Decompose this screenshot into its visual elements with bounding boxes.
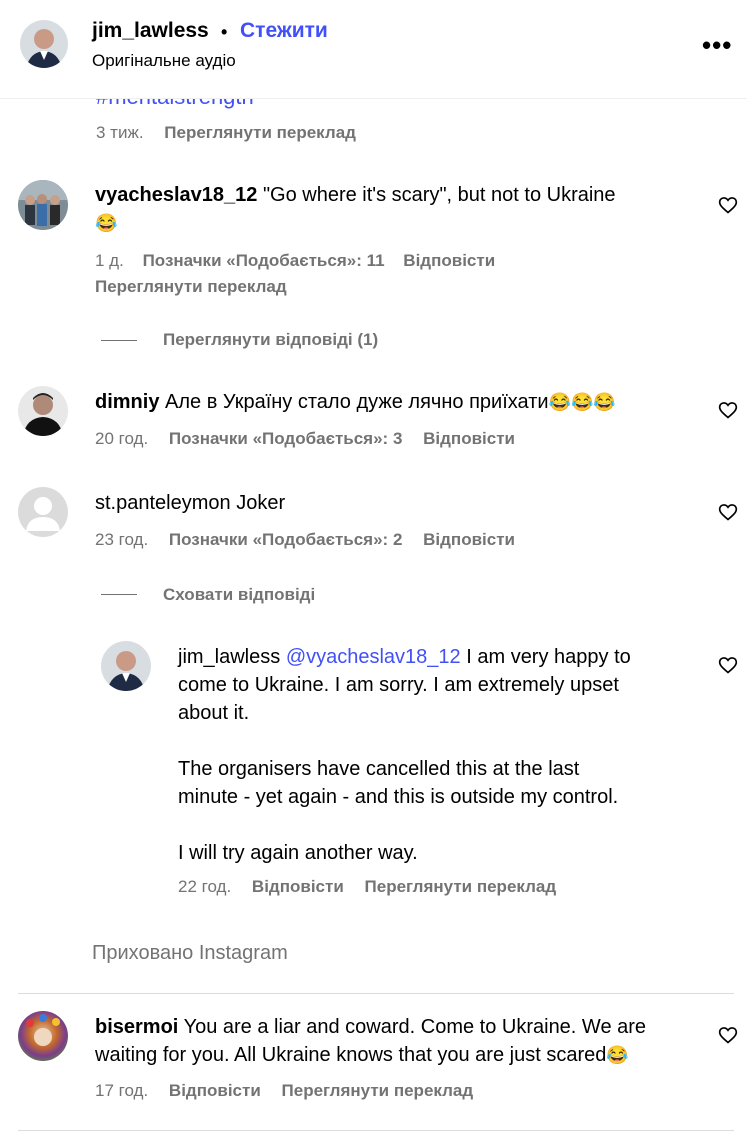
comment-body: "Go where it's scary", but not to Ukrain… — [262, 184, 616, 206]
heart-icon[interactable] — [718, 502, 738, 522]
caption-translate-link[interactable]: Переглянути переклад — [164, 123, 356, 142]
comment-meta: 17 год. Відповісти Переглянути переклад — [95, 1081, 473, 1101]
author-avatar[interactable] — [20, 20, 68, 68]
reply-mention[interactable]: @vyacheslav18_12 — [286, 646, 461, 668]
comment-time: 23 год. — [95, 530, 149, 549]
translate-link[interactable]: Переглянути переклад — [95, 277, 287, 296]
comment-body: Але в Україну стало дуже лячно приїхати — [165, 391, 549, 413]
section-divider — [18, 993, 734, 994]
audio-label[interactable]: Оригінальне аудіо — [92, 51, 236, 71]
caption-time: 3 тиж. — [96, 123, 144, 142]
comment-username[interactable]: vyacheslav18_12 — [95, 184, 257, 206]
commenter-avatar[interactable] — [18, 386, 68, 436]
commenter-avatar[interactable] — [18, 1011, 68, 1061]
reply-button[interactable]: Відповісти — [403, 251, 495, 270]
view-replies-button[interactable]: Переглянути відповіді (1) — [163, 330, 378, 350]
comment-text: vyacheslav18_12 "Go where it's scary", b… — [95, 181, 705, 237]
comment-username[interactable]: bisermoi — [95, 1016, 178, 1038]
comment-line-2: waiting for you. All Ukraine knows that … — [95, 1044, 607, 1066]
commenter-avatar[interactable] — [18, 180, 68, 230]
comment-text: bisermoi You are a liar and coward. Come… — [95, 1013, 715, 1069]
laughing-emoji: 😂 — [606, 1045, 629, 1065]
comment-username[interactable]: st.panteleymon — [95, 492, 231, 514]
laughing-emoji: 😂 — [95, 213, 118, 233]
comment-likes[interactable]: Позначки «Подобається»: 11 — [143, 251, 385, 270]
comment-meta: 23 год. Позначки «Подобається»: 2 Відпов… — [95, 530, 515, 550]
reply-button[interactable]: Відповісти — [423, 530, 515, 549]
reply-text: jim_lawless @vyacheslav18_12 I am very h… — [178, 643, 708, 867]
comment-line-1: You are a liar and coward. Come to Ukrai… — [183, 1016, 647, 1038]
reply-username[interactable]: jim_lawless — [178, 646, 280, 668]
reply-line-6: I will try again another way. — [178, 842, 418, 864]
reply-button[interactable]: Відповісти — [423, 429, 515, 448]
comment-translate: Переглянути переклад — [95, 277, 287, 297]
follow-button[interactable]: Стежити — [240, 19, 328, 43]
reply-line-2: come to Ukraine. I am sorry. I am extrem… — [178, 674, 619, 696]
heart-icon[interactable] — [718, 655, 738, 675]
hidden-by-instagram-label[interactable]: Приховано Instagram — [92, 942, 288, 965]
comment-meta: 1 д. Позначки «Подобається»: 11 Відповіс… — [95, 251, 495, 271]
post-header: jim_lawless • Стежити Оригінальне аудіо … — [0, 0, 747, 99]
comment-likes[interactable]: Позначки «Подобається»: 2 — [169, 530, 402, 549]
reply-time: 22 год. — [178, 877, 232, 896]
reply-line-1: I am very happy to — [466, 646, 631, 668]
translate-link[interactable]: Переглянути переклад — [282, 1081, 474, 1100]
more-options-icon[interactable]: ••• — [702, 30, 732, 61]
comment-text: dimniy Але в Україну стало дуже лячно пр… — [95, 388, 705, 416]
section-divider — [18, 1130, 734, 1131]
translate-link[interactable]: Переглянути переклад — [365, 877, 557, 896]
comment-time: 1 д. — [95, 251, 124, 270]
comment-username[interactable]: dimniy — [95, 391, 159, 413]
caption-meta: 3 тиж. Переглянути переклад — [96, 123, 356, 143]
reply-meta: 22 год. Відповісти Переглянути переклад — [178, 877, 556, 897]
heart-icon[interactable] — [718, 1025, 738, 1045]
header-separator: • — [221, 22, 228, 42]
replies-divider — [101, 594, 137, 595]
heart-icon[interactable] — [718, 195, 738, 215]
reply-line-4: The organisers have cancelled this at th… — [178, 758, 580, 780]
comment-time: 17 год. — [95, 1081, 149, 1100]
comment-meta: 20 год. Позначки «Подобається»: 3 Відпов… — [95, 429, 515, 449]
reply-avatar[interactable] — [101, 641, 151, 691]
comment-body: Joker — [236, 492, 286, 514]
comment-likes[interactable]: Позначки «Подобається»: 3 — [169, 429, 402, 448]
commenter-avatar[interactable] — [18, 487, 68, 537]
reply-button[interactable]: Відповісти — [169, 1081, 261, 1100]
comment-time: 20 год. — [95, 429, 149, 448]
reply-line-5: minute - yet again - and this is outside… — [178, 786, 619, 808]
replies-divider — [101, 340, 137, 341]
laughing-emoji: 😂😂😂 — [548, 392, 616, 412]
reply-line-3: about it. — [178, 702, 250, 724]
heart-icon[interactable] — [718, 400, 738, 420]
hide-replies-button[interactable]: Сховати відповіді — [163, 585, 315, 605]
comment-text: st.panteleymon Joker — [95, 489, 705, 517]
author-username[interactable]: jim_lawless — [92, 19, 209, 43]
reply-button[interactable]: Відповісти — [252, 877, 344, 896]
